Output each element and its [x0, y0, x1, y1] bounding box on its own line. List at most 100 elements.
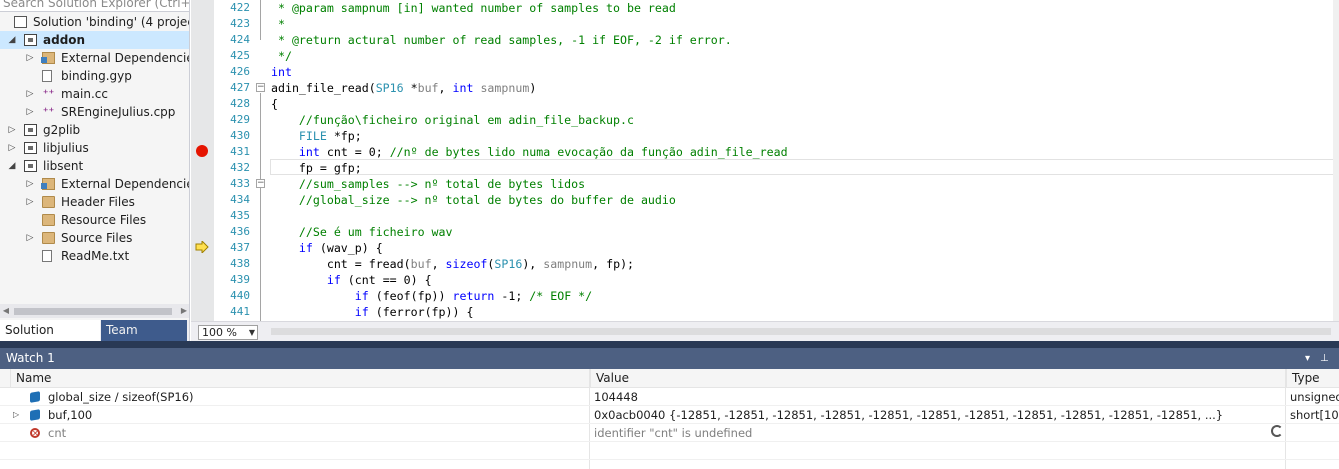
tree-item[interactable]: ReadMe.txt: [0, 247, 189, 265]
tree-item[interactable]: ▷ g2plib: [0, 121, 189, 139]
watch-row[interactable]: global_size / sizeof(SP16) 104448 unsigned: [0, 388, 1339, 406]
scroll-right-icon[interactable]: ▶: [178, 304, 189, 318]
code-line[interactable]: FILE *fp;: [271, 128, 362, 144]
code-line[interactable]: adin_file_read(SP16 *buf, int sampnum): [271, 80, 536, 96]
zoom-value: 100 %: [202, 326, 237, 339]
collapsed-arrow-icon[interactable]: ▷: [24, 193, 36, 211]
tree-item[interactable]: ▷ Header Files: [0, 193, 189, 211]
refresh-icon[interactable]: [1271, 425, 1283, 437]
line-number: 423: [230, 17, 250, 30]
column-header-value[interactable]: Value: [590, 369, 1286, 388]
code-line[interactable]: int: [271, 64, 292, 80]
code-line[interactable]: //Se é um ficheiro wav: [271, 224, 453, 240]
editor-bottom-bar: 100 % ▼: [191, 321, 1339, 341]
collapsed-arrow-icon[interactable]: ▷: [24, 175, 36, 193]
window-position-icon[interactable]: ▾: [1305, 348, 1310, 369]
tree-item[interactable]: ▷ External Dependencies: [0, 49, 189, 67]
tree-item[interactable]: Resource Files: [0, 211, 189, 229]
line-number: 425: [230, 49, 250, 62]
line-number: 436: [230, 225, 250, 238]
tree-item-label: Source Files: [61, 231, 133, 245]
watch-row[interactable]: cnt identifier "cnt" is undefined: [0, 424, 1339, 443]
watch-empty-row[interactable]: [0, 442, 1339, 460]
tab-team-explorer[interactable]: Team Explorer: [101, 320, 187, 341]
tree-item[interactable]: Solution 'binding' (4 projects): [0, 13, 189, 31]
code-line[interactable]: fp = gfp;: [271, 160, 362, 176]
expanded-arrow-icon[interactable]: ◢: [6, 31, 18, 49]
code-line[interactable]: * @return actural number of read samples…: [271, 32, 732, 48]
pin-icon[interactable]: ⊥: [1320, 348, 1329, 369]
code-line[interactable]: //global_size --> nº total de bytes do b…: [271, 192, 676, 208]
watch-title: Watch 1: [6, 351, 55, 365]
chevron-down-icon[interactable]: ▼: [249, 326, 255, 339]
tree-item[interactable]: ▷ libjulius: [0, 139, 189, 157]
watch-value[interactable]: identifier "cnt" is undefined: [594, 424, 1264, 442]
scroll-thumb[interactable]: [14, 308, 172, 315]
project-icon: [24, 34, 37, 46]
breakpoint-icon[interactable]: [196, 145, 208, 157]
code-line[interactable]: if (feof(fp)) return -1; /* EOF */: [271, 288, 592, 304]
code-line[interactable]: */: [271, 48, 292, 64]
tree-item[interactable]: ▷ Source Files: [0, 229, 189, 247]
collapsed-arrow-icon[interactable]: ▷: [6, 121, 18, 139]
watch-type[interactable]: short[100]: [1290, 406, 1339, 424]
tree-item[interactable]: ◢ addon: [0, 31, 189, 49]
watch-value[interactable]: 104448: [594, 388, 1264, 406]
code-line[interactable]: int cnt = 0; //nº de bytes lido numa evo…: [271, 144, 788, 160]
editor-vscrollbar[interactable]: [1333, 0, 1339, 321]
tree-item[interactable]: ▷ ⁺⁺ SREngineJulius.cpp: [0, 103, 189, 121]
collapsed-arrow-icon[interactable]: ▷: [24, 49, 36, 67]
collapsed-arrow-icon[interactable]: ▷: [24, 229, 36, 247]
collapsed-arrow-icon[interactable]: ▷: [24, 103, 36, 121]
code-text[interactable]: * @param sampnum [in] wanted number of s…: [271, 0, 1339, 321]
scroll-left-icon[interactable]: ◀: [0, 304, 12, 318]
zoom-select[interactable]: 100 % ▼: [198, 325, 258, 340]
glyph-margin[interactable]: [191, 0, 214, 321]
watch-value[interactable]: 0x0acb0040 {-12851, -12851, -12851, -128…: [594, 406, 1264, 424]
tree-item[interactable]: ◢ libsent: [0, 157, 189, 175]
code-line[interactable]: //função\ficheiro original em adin_file_…: [271, 112, 634, 128]
line-number: 429: [230, 113, 250, 126]
code-line[interactable]: if (cnt == 0) {: [271, 272, 432, 288]
watch-name[interactable]: buf,100: [48, 406, 588, 424]
fold-guide: [260, 0, 261, 40]
editor-hscroll-thumb[interactable]: [271, 328, 1331, 335]
expanded-arrow-icon[interactable]: ◢: [6, 157, 18, 175]
code-line[interactable]: {: [271, 96, 278, 112]
collapsed-arrow-icon[interactable]: ▷: [13, 406, 19, 424]
tab-solution-explorer[interactable]: Solution Explorer: [0, 320, 100, 341]
tree-item[interactable]: ▷ ⁺⁺ main.cc: [0, 85, 189, 103]
code-line[interactable]: //sum_samples --> nº total de bytes lido…: [271, 176, 585, 192]
collapse-icon[interactable]: −: [256, 179, 265, 188]
tree-item[interactable]: binding.gyp: [0, 67, 189, 85]
variable-icon: [30, 391, 40, 403]
collapse-icon[interactable]: −: [256, 83, 265, 92]
tree-item-label: addon: [43, 33, 86, 47]
code-line[interactable]: if (wav_p) {: [271, 240, 383, 256]
line-number: 433: [230, 177, 250, 190]
project-icon: [24, 160, 37, 172]
watch-row[interactable]: ▷ buf,100 0x0acb0040 {-12851, -12851, -128…: [0, 406, 1339, 424]
line-number: 430: [230, 129, 250, 142]
column-header-name[interactable]: Name: [10, 369, 590, 388]
code-line[interactable]: if (ferror(fp)) {: [271, 304, 474, 320]
solution-explorer-hscrollbar[interactable]: ◀ ▶: [0, 304, 189, 318]
tree-item-label: main.cc: [61, 87, 108, 101]
watch-type[interactable]: [1290, 424, 1339, 442]
collapsed-arrow-icon[interactable]: ▷: [24, 85, 36, 103]
watch-name[interactable]: cnt: [48, 424, 588, 442]
watch-type[interactable]: unsigned: [1290, 388, 1339, 406]
code-line[interactable]: *: [271, 16, 285, 32]
collapsed-arrow-icon[interactable]: ▷: [6, 139, 18, 157]
solution-explorer-search-input[interactable]: Search Solution Explorer (Ctrl+;): [0, 0, 189, 12]
tree-item-label: Solution 'binding' (4 projects): [33, 15, 189, 29]
code-line[interactable]: cnt = fread(buf, sizeof(SP16), sampnum, …: [271, 256, 634, 272]
watch-column-headers: Name Value Type: [0, 369, 1339, 388]
watch-name[interactable]: global_size / sizeof(SP16): [48, 388, 588, 406]
solution-icon: [14, 16, 27, 28]
window-splitter[interactable]: [0, 341, 1339, 348]
tree-item[interactable]: ▷ External Dependencies: [0, 175, 189, 193]
column-header-type[interactable]: Type: [1286, 369, 1339, 388]
code-line[interactable]: * @param sampnum [in] wanted number of s…: [271, 0, 676, 16]
watch-title-bar: Watch 1 ▾ ⊥: [0, 348, 1339, 369]
